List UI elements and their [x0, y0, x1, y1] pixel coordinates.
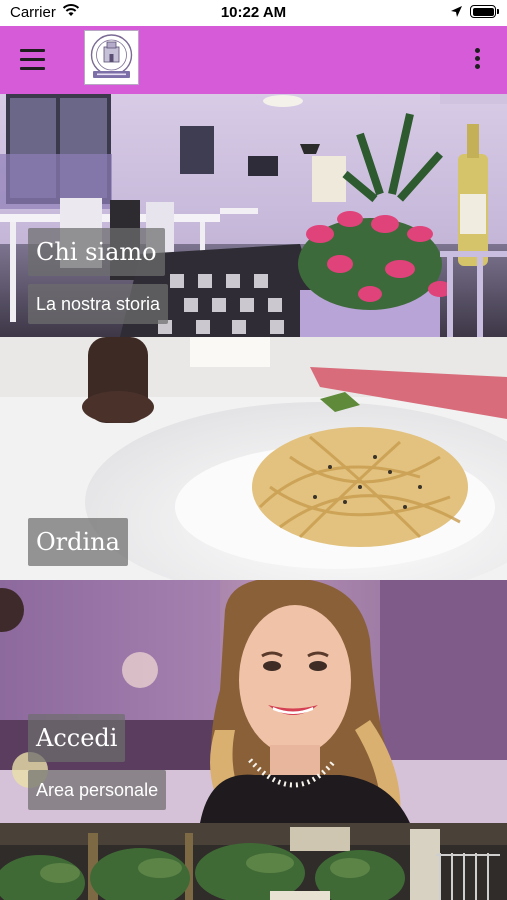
hamburger-menu-icon[interactable]: [14, 46, 50, 74]
tile-title: Accedi: [28, 714, 126, 762]
more-vertical-icon[interactable]: [466, 46, 488, 74]
battery-tip: [497, 9, 499, 14]
tile-ordina[interactable]: Ordina: [0, 337, 507, 580]
tile-chi-siamo[interactable]: Chi siamo La nostra storia: [0, 94, 507, 337]
tile-garden[interactable]: [0, 823, 507, 900]
tile-title: Ordina: [28, 518, 128, 566]
battery-icon: [470, 5, 496, 18]
location-arrow-icon: [450, 5, 463, 22]
clock: 10:22 AM: [220, 4, 287, 21]
tile-subtitle: La nostra storia: [28, 284, 169, 324]
status-bar: Carrier 10:22 AM: [0, 0, 507, 26]
restaurant-logo-icon[interactable]: [84, 30, 139, 85]
tile-title: Chi siamo: [28, 228, 165, 276]
app-bar: [0, 26, 507, 94]
tile-accedi[interactable]: Accedi Area personale: [0, 580, 507, 823]
garden-image: [0, 823, 507, 900]
tile-subtitle: Area personale: [28, 770, 167, 810]
